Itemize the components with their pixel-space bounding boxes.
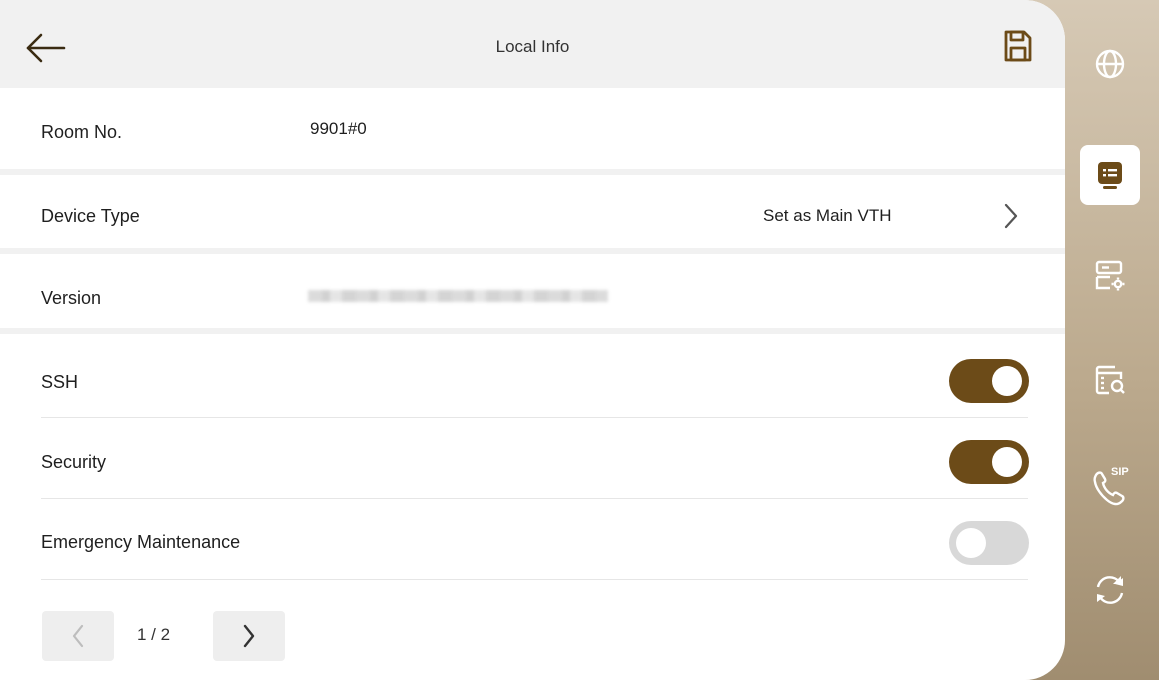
main-panel: Local Info Room No. 9901#0 Device Type S… [0, 0, 1065, 680]
device-settings-icon [1095, 260, 1125, 291]
save-icon [1004, 30, 1032, 62]
chevron-left-icon [72, 624, 84, 648]
ssh-label: SSH [41, 372, 79, 392]
room-no-label: Room No. [41, 122, 123, 142]
device-type-row[interactable]: Device Type Set as Main VTH [0, 175, 1065, 248]
sidebar-item-sip[interactable]: SIP [1080, 455, 1140, 515]
sidebar-item-search[interactable] [1080, 350, 1140, 410]
next-page-button[interactable] [213, 611, 285, 661]
sidebar-item-device-settings[interactable] [1080, 245, 1140, 305]
toggle-knob [992, 447, 1022, 477]
sip-badge: SIP [1111, 466, 1129, 478]
refresh-icon [1096, 576, 1124, 604]
prev-page-button[interactable] [42, 611, 114, 661]
security-label: Security [41, 452, 107, 472]
sidebar-item-network[interactable] [1080, 34, 1140, 94]
divider [0, 328, 1065, 334]
divider [41, 579, 1028, 580]
version-value-redacted [308, 290, 608, 302]
globe-icon [1095, 49, 1125, 79]
local-info-icon [1098, 162, 1122, 189]
sip-phone-icon: SIP [1093, 466, 1129, 506]
divider [41, 417, 1028, 418]
toggle-knob [992, 366, 1022, 396]
version-label: Version [41, 288, 102, 308]
chevron-right-icon [1004, 203, 1018, 229]
device-type-value: Set as Main VTH [763, 206, 892, 225]
save-button[interactable] [1002, 28, 1034, 64]
page-title: Local Info [495, 37, 570, 56]
page-indicator: 1 / 2 [137, 625, 171, 644]
sidebar-item-local-info[interactable] [1080, 145, 1140, 205]
room-no-value: 9901#0 [310, 119, 367, 138]
toggle-knob [956, 528, 986, 558]
search-config-icon [1095, 365, 1125, 395]
chevron-right-icon [243, 624, 255, 648]
ssh-toggle[interactable] [949, 359, 1029, 403]
device-type-label: Device Type [41, 206, 140, 226]
sidebar-item-refresh[interactable] [1080, 560, 1140, 620]
security-toggle[interactable] [949, 440, 1029, 484]
room-no-row: Room No. 9901#0 [0, 88, 1065, 169]
divider [41, 498, 1028, 499]
emergency-maintenance-label: Emergency Maintenance [41, 532, 241, 552]
emergency-maintenance-toggle[interactable] [949, 521, 1029, 565]
